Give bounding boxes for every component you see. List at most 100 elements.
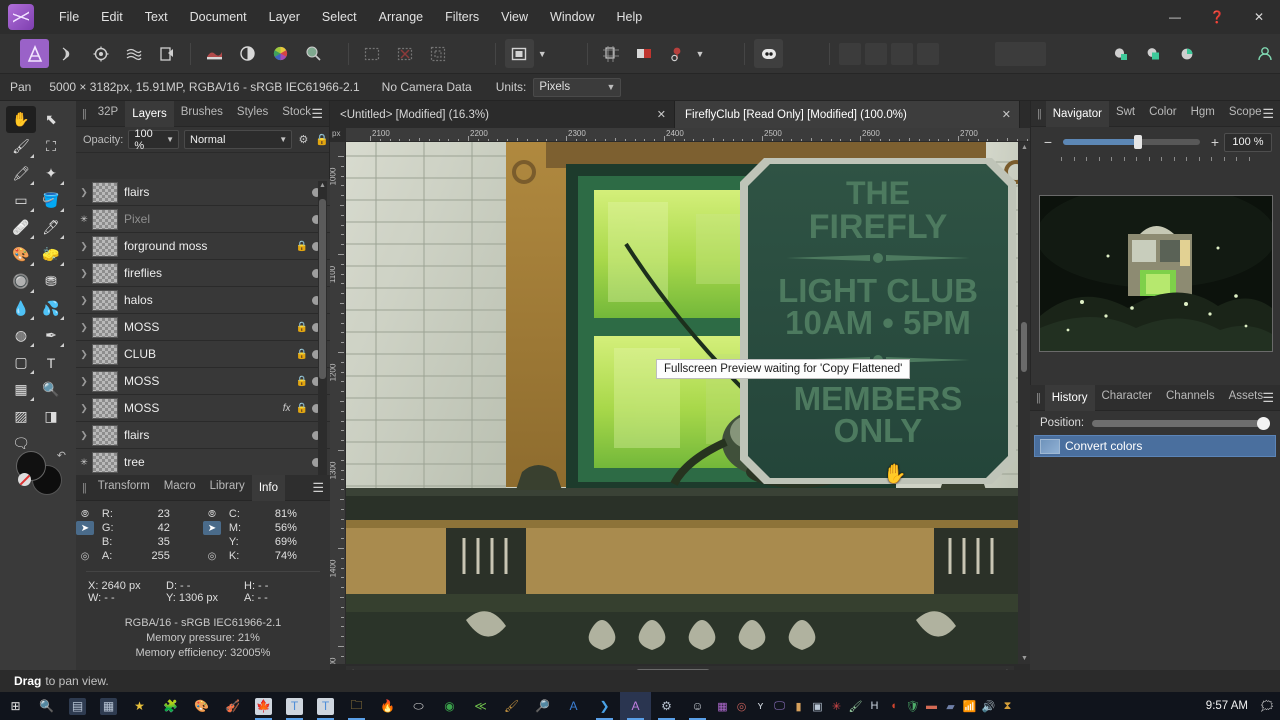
rectangle-tool[interactable]: ▢: [6, 349, 36, 376]
paint-mixer-tool[interactable]: 🎨: [6, 241, 36, 268]
scroll-up-icon[interactable]: ▲: [319, 182, 326, 189]
move-tool[interactable]: ⬉: [36, 106, 66, 133]
start-button[interactable]: ⊞: [0, 692, 31, 720]
close-icon[interactable]: ✕: [643, 108, 666, 121]
canvas-vscrollbar[interactable]: ▲ ▼: [1018, 142, 1030, 664]
plus-icon[interactable]: +: [1206, 134, 1224, 150]
panel-grip-icon[interactable]: ||: [76, 108, 91, 120]
swap-colors-icon[interactable]: ↶: [57, 449, 66, 462]
crop-tool[interactable]: ⛶: [36, 133, 66, 160]
panel-grip-icon[interactable]: ||: [1030, 392, 1045, 404]
table-row[interactable]: ✳ tree: [76, 449, 330, 476]
menu-item-help[interactable]: Help: [606, 4, 654, 30]
mesh-warp-tool[interactable]: ▦: [6, 376, 36, 403]
history-position-knob[interactable]: [1257, 416, 1270, 430]
magnifier-app[interactable]: 🔎: [527, 692, 558, 720]
color-wheel-icon[interactable]: [266, 39, 295, 68]
chevron-down-icon-2[interactable]: ▼: [696, 49, 705, 59]
menu-item-layer[interactable]: Layer: [258, 4, 311, 30]
fill-tool[interactable]: ▨: [6, 403, 36, 430]
dodge-tool[interactable]: 🔘: [6, 268, 36, 295]
tray-shield-icon[interactable]: 🛡: [903, 700, 922, 713]
tray-battery-icon[interactable]: ▮: [789, 700, 808, 713]
chrome-app[interactable]: ◉: [434, 692, 465, 720]
split-view-icon[interactable]: [630, 39, 659, 68]
table-row[interactable]: ❯ MOSS 🔒: [76, 314, 330, 341]
layer-settings-icon[interactable]: ⚙: [296, 131, 310, 148]
mask-icon[interactable]: ✳: [76, 457, 92, 468]
marquee-tool[interactable]: ▭: [6, 187, 36, 214]
lock-icon[interactable]: 🔒: [296, 241, 308, 252]
live-filter-icon[interactable]: [299, 39, 328, 68]
menu-item-select[interactable]: Select: [311, 4, 368, 30]
healing-brush-tool[interactable]: 🩹: [6, 214, 36, 241]
panel-menu-icon[interactable]: ☰: [1262, 106, 1274, 122]
taskbar-clock[interactable]: 9:57 AM: [1206, 700, 1254, 712]
export-persona-icon[interactable]: [152, 39, 181, 68]
tray-network-icon[interactable]: 📶: [960, 700, 979, 713]
chevron-down-icon[interactable]: ▼: [538, 49, 547, 59]
expand-icon[interactable]: ❯: [76, 430, 92, 441]
scroll-down-icon[interactable]: ▼: [1021, 655, 1028, 662]
minus-icon[interactable]: −: [1039, 134, 1057, 150]
pen-tool[interactable]: ✒: [36, 322, 66, 349]
mask-edit-icon[interactable]: [424, 39, 453, 68]
opacity-input[interactable]: 100 % ▼: [128, 128, 179, 152]
table-row[interactable]: ❯ MOSS fx 🔒: [76, 395, 330, 422]
expand-icon[interactable]: ❯: [76, 187, 92, 198]
select-pixels-icon[interactable]: [358, 39, 387, 68]
develop-persona-icon[interactable]: [86, 39, 115, 68]
image-adjust-icon[interactable]: [200, 39, 229, 68]
panel-menu-icon[interactable]: ☰: [1262, 390, 1274, 406]
table-row[interactable]: ❯ fireflies: [76, 260, 330, 287]
assistant-manager-icon[interactable]: [663, 39, 692, 68]
menu-item-text[interactable]: Text: [134, 4, 179, 30]
photo-persona-icon[interactable]: [20, 39, 49, 68]
smudge-tool[interactable]: 💦: [36, 295, 66, 322]
table-row[interactable]: ✳ Pixel: [76, 206, 330, 233]
tray-drop-icon[interactable]: ◖: [884, 700, 903, 712]
blend-mode-select[interactable]: Normal ▼: [184, 130, 293, 149]
share-icon[interactable]: [1106, 39, 1135, 68]
lock-icon[interactable]: 🔒: [296, 349, 308, 360]
perspective-tool[interactable]: ◨: [36, 403, 66, 430]
navigator-thumbnail[interactable]: [1039, 195, 1273, 352]
panel-menu-icon[interactable]: ☰: [311, 106, 323, 122]
artboard[interactable]: THE FIREFLY LIGHT CLUB 10AM • 5PM MEMBER…: [346, 142, 1022, 664]
flood-fill-tool[interactable]: 🪣: [36, 187, 66, 214]
gimp-app[interactable]: 🖌: [496, 692, 527, 720]
document-tab[interactable]: FireflyClub [Read Only] [Modified] (100.…: [675, 101, 1020, 128]
tab-hgm[interactable]: Hgm: [1184, 101, 1222, 127]
tab-32p[interactable]: 32P: [91, 101, 125, 127]
tray-volume-icon[interactable]: 🔊: [979, 700, 998, 713]
panel-grip-icon[interactable]: ||: [1031, 108, 1046, 120]
maple-app[interactable]: 🍁: [248, 692, 279, 720]
document-tab[interactable]: <Untitled> [Modified] (16.3%) ✕: [330, 101, 675, 128]
snapping-icon[interactable]: [597, 39, 626, 68]
menu-item-view[interactable]: View: [490, 4, 539, 30]
color-picker-tool[interactable]: 🖌: [6, 133, 36, 160]
text-editor2-app[interactable]: T: [310, 692, 341, 720]
expand-icon[interactable]: ❯: [76, 295, 92, 306]
firefox-app[interactable]: 🔥: [372, 692, 403, 720]
panel-grip-icon[interactable]: ||: [76, 482, 91, 494]
tray-purple-icon[interactable]: ▦: [713, 700, 732, 713]
zoom-value-field[interactable]: 100 %: [1224, 132, 1272, 152]
layer-preview-icon[interactable]: [1139, 39, 1168, 68]
table-row[interactable]: ❯ CLUB 🔒: [76, 341, 330, 368]
egg-app[interactable]: ⬭: [403, 692, 434, 720]
erase-brush-tool[interactable]: 🧽: [36, 241, 66, 268]
tab-brushes[interactable]: Brushes: [174, 101, 230, 127]
file-explorer-app[interactable]: 🗀: [341, 692, 372, 720]
zoom-slider[interactable]: [1063, 135, 1200, 149]
canvas-vscroll-thumb[interactable]: [1021, 322, 1027, 372]
tab-styles[interactable]: Styles: [230, 101, 275, 127]
paint-brush-tool[interactable]: 🖊: [36, 214, 66, 241]
tab-layers[interactable]: Layers: [125, 100, 174, 127]
close-button[interactable]: ✕: [1238, 0, 1280, 34]
tab-character[interactable]: Character: [1095, 385, 1160, 411]
affinity-designer-app[interactable]: A: [558, 692, 589, 720]
view-pan-tool[interactable]: ✋: [6, 106, 36, 133]
table-row[interactable]: ❯ flairs: [76, 179, 330, 206]
table-row[interactable]: ❯ flairs: [76, 422, 330, 449]
